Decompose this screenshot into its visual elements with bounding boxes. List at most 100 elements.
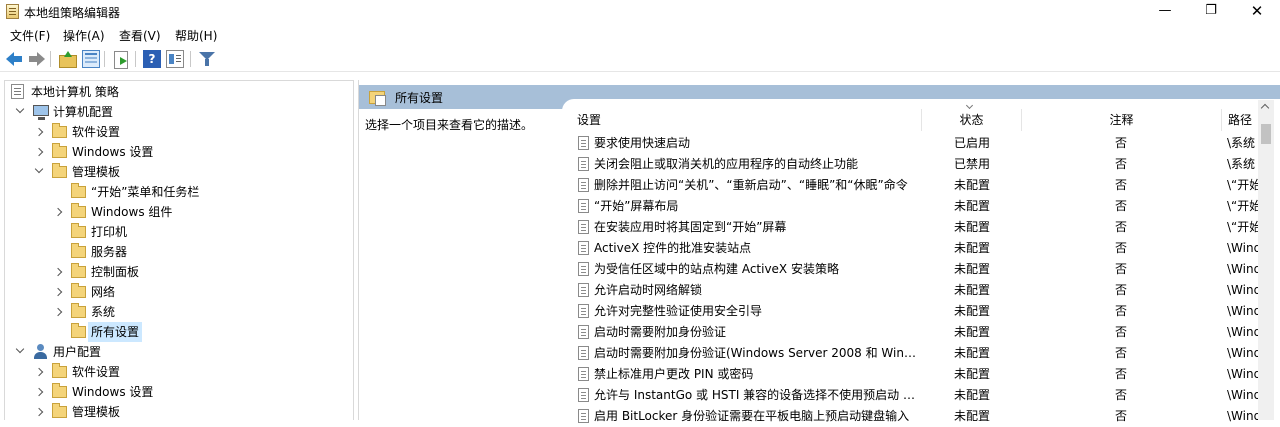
tree-item-cc-admin[interactable]: 管理模板 <box>9 162 209 182</box>
setting-name: 要求使用快速启动 <box>594 136 691 150</box>
forward-arrow-icon[interactable] <box>27 50 45 68</box>
setting-comment: 否 <box>1115 304 1128 318</box>
close-button[interactable]: ✕ <box>1234 0 1280 23</box>
setting-row[interactable]: 删除并阻止访问“关机”、“重新启动”、“睡眠”和“休眠”命令 未配置 否 \“开始 <box>562 175 1262 196</box>
setting-state: 未配置 <box>954 199 991 213</box>
chevron-right-icon[interactable] <box>34 407 44 417</box>
settings-list: 设置 状态 注释 路径 要求使用快速启动 已启用否 \系统 关闭会阻止或取消关机的应用… <box>562 99 1280 423</box>
help-icon[interactable]: ? <box>143 50 161 68</box>
setting-row[interactable]: 为受信任区域中的站点构建 ActiveX 安装策略 未配置 否 \Wind <box>562 259 1262 280</box>
tree-item-uc-software[interactable]: 软件设置 <box>9 362 209 382</box>
setting-row[interactable]: 允许对完整性验证使用安全引导 未配置 否 \Wind <box>562 301 1262 322</box>
setting-state: 未配置 <box>954 325 991 339</box>
toolbar-separator <box>135 51 136 67</box>
scroll-up-icon[interactable] <box>1260 103 1270 113</box>
folder-icon <box>71 323 86 338</box>
column-header-state[interactable]: 状态 <box>922 109 1022 131</box>
setting-path: \Wind <box>1227 241 1259 255</box>
tree-item-system[interactable]: 系统 <box>9 302 229 322</box>
setting-row[interactable]: 允许与 InstantGo 或 HSTI 兼容的设备选择不使用预启动 P... 未… <box>562 385 1262 406</box>
vertical-scrollbar[interactable] <box>1258 100 1274 420</box>
toolbar-separator <box>104 51 105 67</box>
chevron-right-icon[interactable] <box>34 147 44 157</box>
tree-item-cc-windows[interactable]: Windows 设置 <box>9 142 209 162</box>
setting-state: 未配置 <box>954 178 991 192</box>
policy-setting-icon <box>578 367 589 381</box>
filter-icon[interactable] <box>198 50 216 68</box>
up-folder-icon[interactable] <box>58 50 77 68</box>
folder-icon <box>52 163 67 178</box>
policy-setting-icon <box>578 220 589 234</box>
menu-view[interactable]: 查看(V) <box>119 27 161 44</box>
setting-row[interactable]: 启动时需要附加身份验证 未配置 否 \Wind <box>562 322 1262 343</box>
setting-state: 已启用 <box>954 136 991 150</box>
chevron-right-icon[interactable] <box>34 367 44 377</box>
setting-comment: 否 <box>1115 157 1128 171</box>
tree-item-start-menu[interactable]: “开始”菜单和任务栏 <box>9 182 229 202</box>
setting-name: 启用 BitLocker 身份验证需要在平板电脑上预启动键盘输入 <box>594 409 910 423</box>
chevron-right-icon[interactable] <box>53 307 63 317</box>
show-tree-icon[interactable] <box>82 50 100 68</box>
setting-row[interactable]: 启用 BitLocker 身份验证需要在平板电脑上预启动键盘输入 未配置 否 \Win… <box>562 406 1262 427</box>
tree-item-user-config[interactable]: 用户配置 <box>9 342 149 362</box>
chevron-right-icon[interactable] <box>53 287 63 297</box>
minimize-button[interactable]: — <box>1142 0 1188 23</box>
menu-file[interactable]: 文件(F) <box>10 27 50 44</box>
menu-help[interactable]: 帮助(H) <box>175 27 217 44</box>
menu-action[interactable]: 操作(A) <box>63 27 105 44</box>
tree-item-windows-components[interactable]: Windows 组件 <box>9 202 229 222</box>
chevron-right-icon[interactable] <box>34 387 44 397</box>
chevron-right-icon[interactable] <box>53 207 63 217</box>
tree-label: 软件设置 <box>72 365 121 379</box>
setting-row[interactable]: 禁止标准用户更改 PIN 或密码 未配置 否 \Wind <box>562 364 1262 385</box>
setting-name: 允许对完整性验证使用安全引导 <box>594 304 763 318</box>
tree-label: 打印机 <box>91 225 128 239</box>
column-header-setting[interactable]: 设置 <box>577 109 922 131</box>
setting-path: \Wind <box>1227 367 1259 381</box>
setting-row[interactable]: “开始”屏幕布局 未配置 否 \“开始 <box>562 196 1262 217</box>
chevron-right-icon[interactable] <box>53 267 63 277</box>
maximize-button[interactable]: ❐ <box>1188 0 1234 23</box>
setting-row[interactable]: 要求使用快速启动 已启用 否 \系统 <box>562 133 1262 154</box>
setting-row[interactable]: 在安装应用时将其固定到“开始”屏幕 未配置 否 \“开始 <box>562 217 1262 238</box>
setting-row[interactable]: 启动时需要附加身份验证(Windows Server 2008 和 Wind..… <box>562 343 1262 364</box>
tree-item-computer-config[interactable]: 计算机配置 <box>9 102 149 122</box>
tree-item-server[interactable]: 服务器 <box>9 242 229 262</box>
folder-icon <box>71 223 86 238</box>
setting-path: \Wind <box>1227 325 1259 339</box>
tree-item-all-settings[interactable]: 所有设置 <box>9 322 149 342</box>
export-list-icon[interactable] <box>112 50 130 69</box>
tree-item-uc-admin[interactable]: 管理模板 <box>9 402 209 420</box>
setting-row[interactable]: 关闭会阻止或取消关机的应用程序的自动终止功能 已禁用 否 \系统 <box>562 154 1262 175</box>
chevron-down-icon[interactable] <box>34 164 44 174</box>
chevron-down-icon[interactable] <box>15 344 25 354</box>
chevron-down-icon[interactable] <box>15 104 25 114</box>
setting-state: 未配置 <box>954 262 991 276</box>
setting-row[interactable]: ActiveX 控件的批准安装站点 未配置 否 \Wind <box>562 238 1262 259</box>
column-header-path[interactable]: 路径 <box>1223 109 1263 131</box>
tree-label: 控制面板 <box>91 265 140 279</box>
tree-item-network[interactable]: 网络 <box>9 282 229 302</box>
setting-comment: 否 <box>1115 409 1128 423</box>
setting-comment: 否 <box>1115 136 1128 150</box>
properties-icon[interactable] <box>166 50 184 68</box>
user-icon <box>33 344 49 360</box>
folder-icon <box>52 383 67 398</box>
chevron-right-icon[interactable] <box>34 127 44 137</box>
setting-name: 为受信任区域中的站点构建 ActiveX 安装策略 <box>594 262 839 276</box>
setting-name: ActiveX 控件的批准安装站点 <box>594 241 752 255</box>
tree-item-control-panel[interactable]: 控制面板 <box>9 262 229 282</box>
description-text: 选择一个项目来查看它的描述。 <box>365 118 534 132</box>
scroll-thumb[interactable] <box>1261 124 1271 144</box>
tree-item-cc-software[interactable]: 软件设置 <box>9 122 209 142</box>
folder-icon <box>71 183 86 198</box>
column-header-comment[interactable]: 注释 <box>1022 109 1222 131</box>
setting-comment: 否 <box>1115 283 1128 297</box>
tree-item-printers[interactable]: 打印机 <box>9 222 229 242</box>
back-arrow-icon[interactable] <box>6 50 24 68</box>
setting-row[interactable]: 允许启动时网络解锁 未配置 否 \Wind <box>562 280 1262 301</box>
setting-path: \Wind <box>1227 388 1259 402</box>
tree-item-uc-windows[interactable]: Windows 设置 <box>9 382 209 402</box>
toolbar-separator <box>50 51 51 67</box>
setting-path: \系统 <box>1227 157 1256 171</box>
